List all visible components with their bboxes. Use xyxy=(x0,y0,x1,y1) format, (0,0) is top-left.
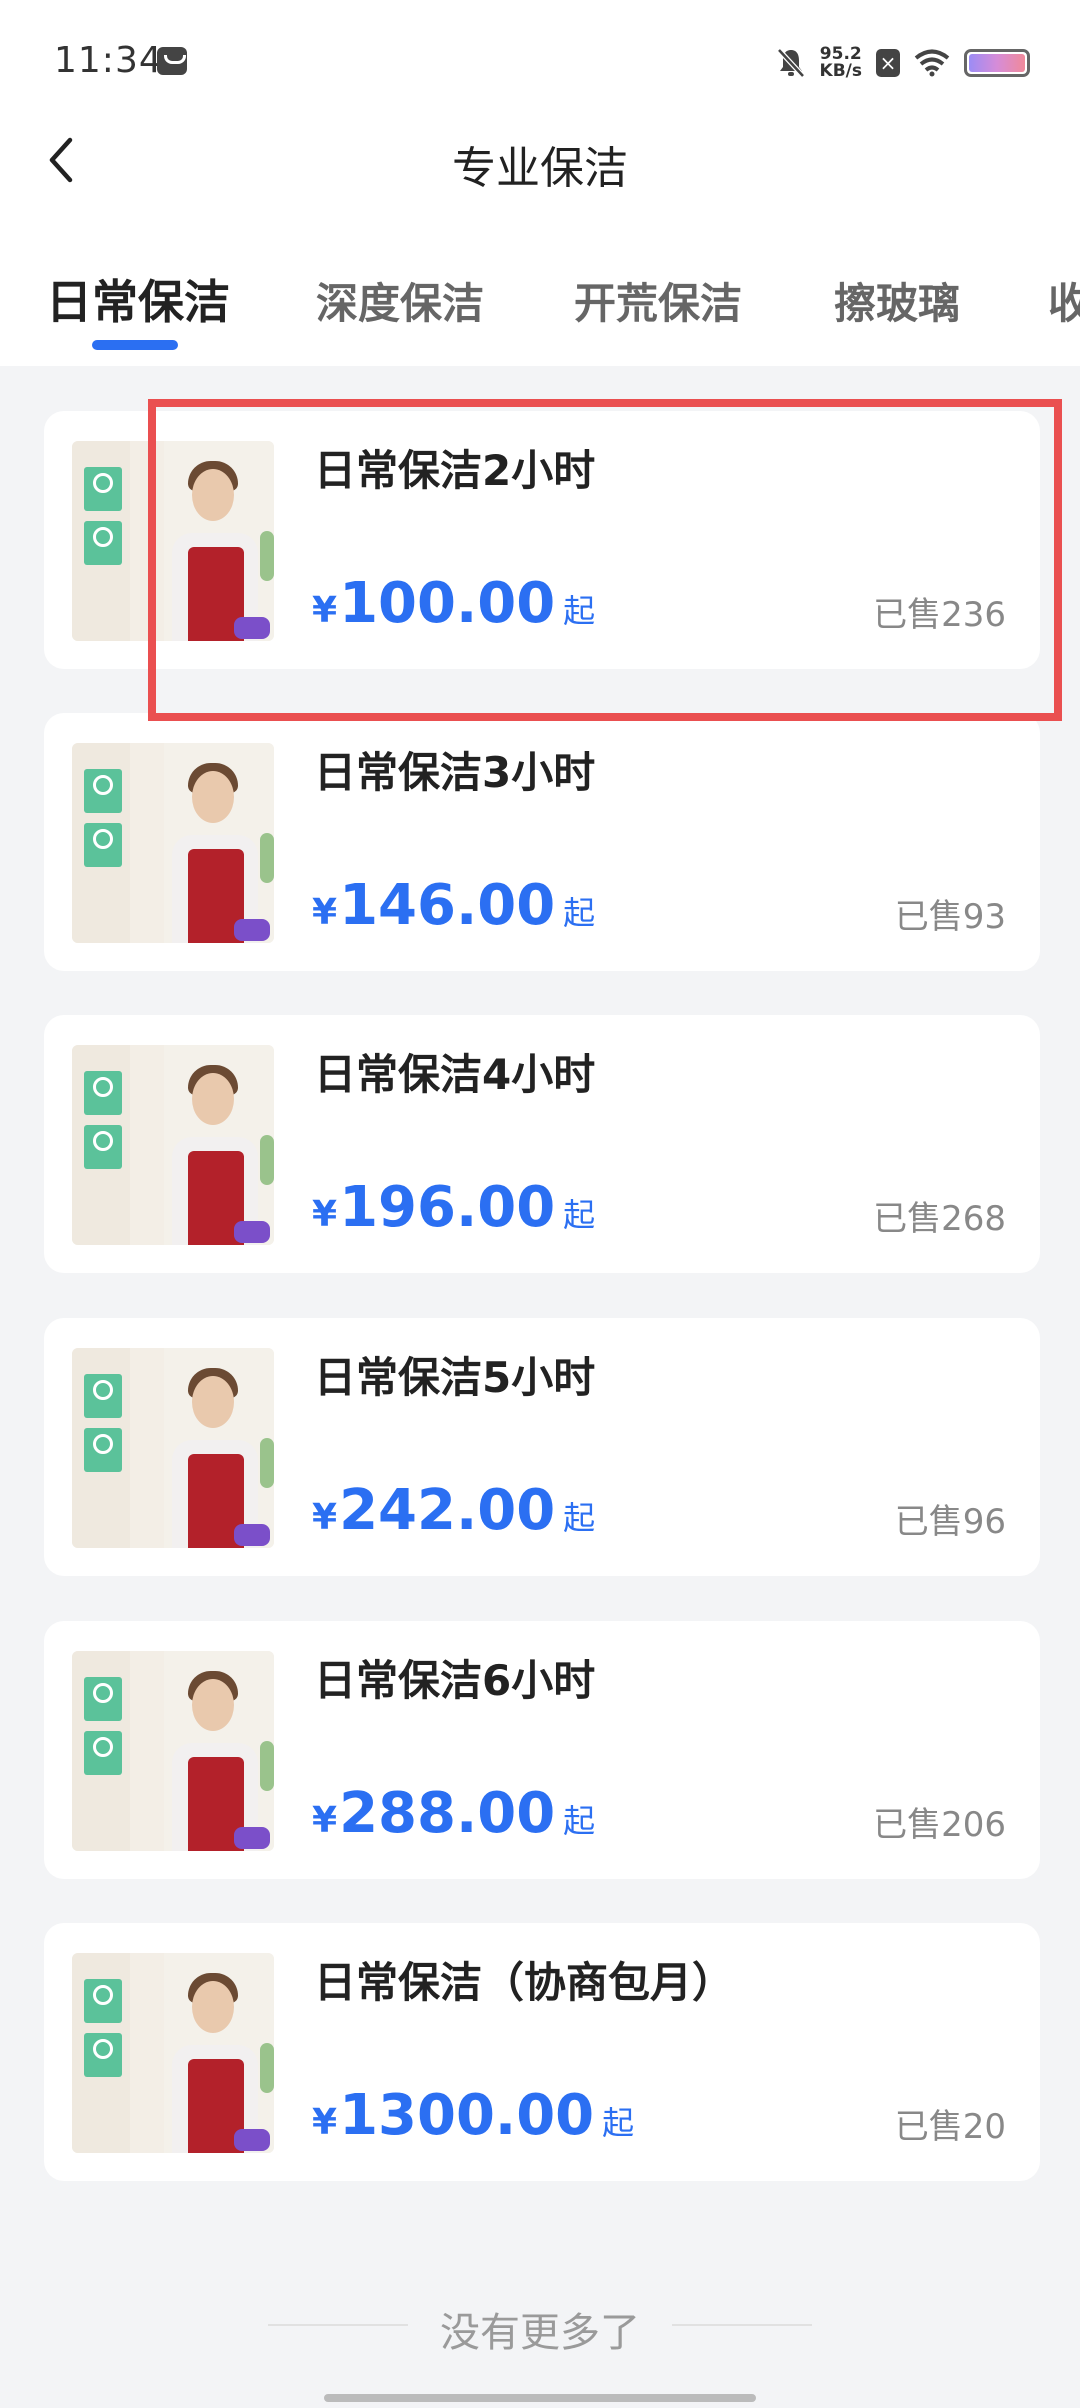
wifi-icon xyxy=(914,49,950,77)
product-image xyxy=(72,743,274,943)
active-tab-indicator xyxy=(92,340,178,350)
product-price: ¥ 1300.00 起 xyxy=(312,2083,635,2148)
mute-bell-icon xyxy=(776,48,805,78)
product-image xyxy=(72,1045,274,1245)
product-title: 日常保洁5小时 xyxy=(314,1353,596,1402)
product-price: ¥ 196.00 起 xyxy=(312,1175,596,1240)
product-card[interactable]: 日常保洁5小时 ¥ 242.00 起 已售96 xyxy=(44,1318,1040,1576)
product-title: 日常保洁6小时 xyxy=(314,1656,596,1705)
no-more-text: 没有更多了 xyxy=(440,2310,640,2356)
highlight-box xyxy=(148,399,1062,721)
product-image xyxy=(72,1651,274,1851)
tab-new-house-cleaning[interactable]: 开荒保洁 xyxy=(574,270,742,331)
product-title: 日常保洁4小时 xyxy=(314,1050,596,1099)
close-notification-icon: × xyxy=(876,49,900,77)
product-title: 日常保洁（协商包月） xyxy=(314,1958,735,2007)
product-price: ¥ 146.00 起 xyxy=(312,873,596,938)
status-icons: 95.2 KB/s × xyxy=(776,38,1030,88)
list-end-footer: 没有更多了 xyxy=(0,2300,1080,2358)
divider-line xyxy=(268,2324,408,2326)
tab-daily-cleaning[interactable]: 日常保洁 xyxy=(46,266,230,332)
product-card[interactable]: 日常保洁6小时 ¥ 288.00 起 已售206 xyxy=(44,1621,1040,1879)
product-title: 日常保洁3小时 xyxy=(314,748,596,797)
divider-line xyxy=(672,2324,812,2326)
product-card[interactable]: 日常保洁3小时 ¥ 146.00 起 已售93 xyxy=(44,713,1040,971)
sold-count: 已售93 xyxy=(894,897,1006,937)
sold-count: 已售206 xyxy=(873,1805,1006,1845)
product-image xyxy=(72,1348,274,1548)
message-icon xyxy=(157,47,187,75)
battery-icon xyxy=(964,49,1030,77)
page-title: 专业保洁 xyxy=(452,143,628,194)
status-time: 11:34 xyxy=(54,40,163,81)
product-image xyxy=(72,1953,274,2153)
status-bar: 11:34 95.2 KB/s × xyxy=(0,0,1080,120)
sold-count: 已售20 xyxy=(894,2107,1006,2147)
product-card[interactable]: 日常保洁4小时 ¥ 196.00 起 已售268 xyxy=(44,1015,1040,1273)
home-indicator[interactable] xyxy=(324,2394,756,2402)
sold-count: 已售268 xyxy=(873,1199,1006,1239)
product-price: ¥ 242.00 起 xyxy=(312,1478,596,1543)
product-price: ¥ 288.00 起 xyxy=(312,1781,596,1846)
tab-window-cleaning[interactable]: 擦玻璃 xyxy=(834,270,960,331)
product-card[interactable]: 日常保洁（协商包月） ¥ 1300.00 起 已售20 xyxy=(44,1923,1040,2181)
network-speed: 95.2 KB/s xyxy=(819,44,862,81)
sold-count: 已售96 xyxy=(894,1502,1006,1542)
tab-storage[interactable]: 收 xyxy=(1048,270,1080,331)
tab-deep-cleaning[interactable]: 深度保洁 xyxy=(316,270,484,331)
